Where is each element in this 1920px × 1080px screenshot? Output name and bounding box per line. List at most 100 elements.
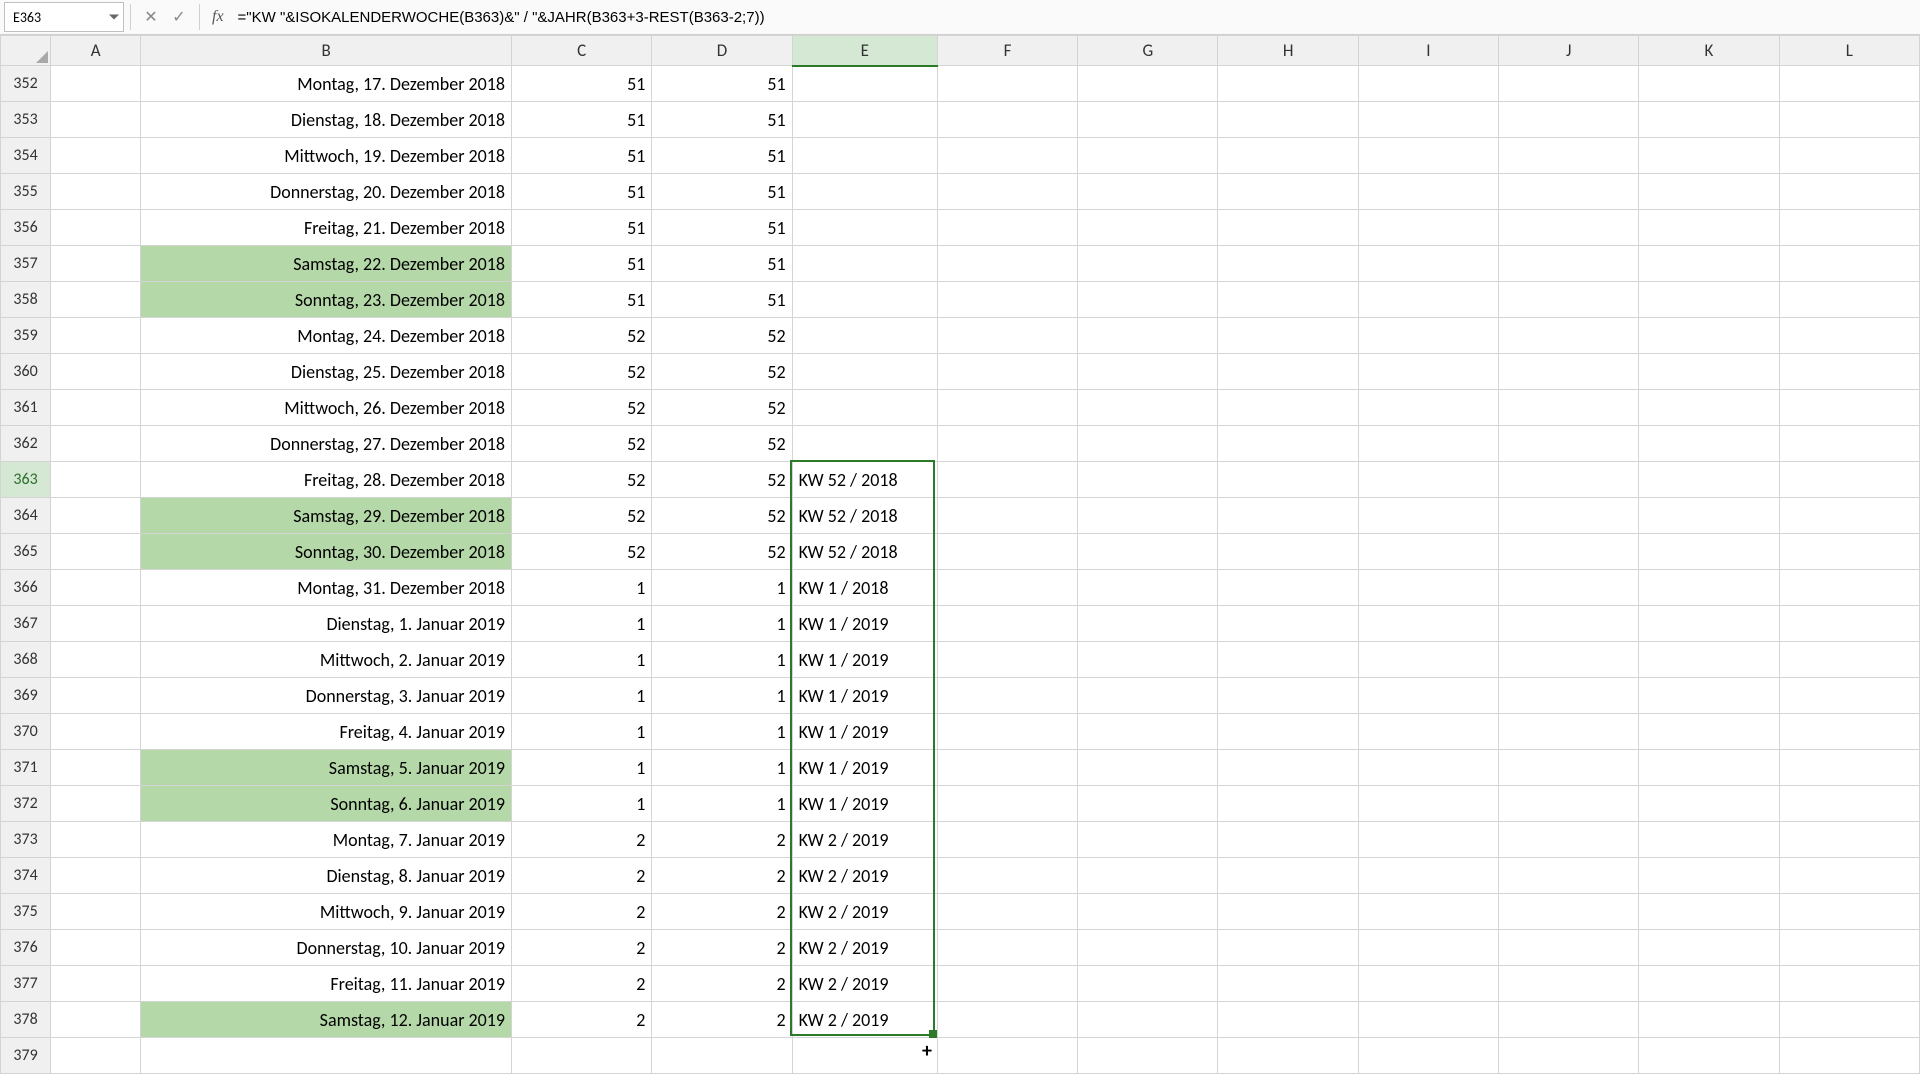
cell-D375[interactable]: 2 xyxy=(652,894,792,930)
cell-E357[interactable] xyxy=(792,246,937,282)
cell-L363[interactable] xyxy=(1779,462,1919,498)
cell-B354[interactable]: Mittwoch, 19. Dezember 2018 xyxy=(141,138,512,174)
cell-I371[interactable] xyxy=(1358,750,1498,786)
cell-H372[interactable] xyxy=(1218,786,1358,822)
cell-L354[interactable] xyxy=(1779,138,1919,174)
cell-I362[interactable] xyxy=(1358,426,1498,462)
cell-B376[interactable]: Donnerstag, 10. Januar 2019 xyxy=(141,930,512,966)
cell-G372[interactable] xyxy=(1078,786,1218,822)
cell-C379[interactable] xyxy=(512,1038,652,1074)
cell-D362[interactable]: 52 xyxy=(652,426,792,462)
cell-G378[interactable] xyxy=(1078,1002,1218,1038)
cell-I361[interactable] xyxy=(1358,390,1498,426)
cell-F368[interactable] xyxy=(937,642,1077,678)
cell-E378[interactable]: KW 2 / 2019 xyxy=(792,1002,937,1038)
cell-D370[interactable]: 1 xyxy=(652,714,792,750)
cancel-button[interactable]: ✕ xyxy=(137,4,165,30)
cell-K379[interactable] xyxy=(1639,1038,1779,1074)
cell-G377[interactable] xyxy=(1078,966,1218,1002)
cell-E359[interactable] xyxy=(792,318,937,354)
cell-C370[interactable]: 1 xyxy=(512,714,652,750)
cell-H377[interactable] xyxy=(1218,966,1358,1002)
cell-C353[interactable]: 51 xyxy=(512,102,652,138)
row-header[interactable]: 374 xyxy=(1,858,51,894)
cell-H374[interactable] xyxy=(1218,858,1358,894)
cell-E377[interactable]: KW 2 / 2019 xyxy=(792,966,937,1002)
cell-J354[interactable] xyxy=(1499,138,1639,174)
cell-K356[interactable] xyxy=(1639,210,1779,246)
cell-J378[interactable] xyxy=(1499,1002,1639,1038)
cell-E361[interactable] xyxy=(792,390,937,426)
column-header-J[interactable]: J xyxy=(1499,36,1639,66)
cell-K352[interactable] xyxy=(1639,66,1779,102)
cell-F379[interactable] xyxy=(937,1038,1077,1074)
cell-L378[interactable] xyxy=(1779,1002,1919,1038)
cell-L362[interactable] xyxy=(1779,426,1919,462)
cell-C367[interactable]: 1 xyxy=(512,606,652,642)
cell-C372[interactable]: 1 xyxy=(512,786,652,822)
cell-C360[interactable]: 52 xyxy=(512,354,652,390)
cell-J370[interactable] xyxy=(1499,714,1639,750)
cell-H365[interactable] xyxy=(1218,534,1358,570)
cell-F372[interactable] xyxy=(937,786,1077,822)
cell-F376[interactable] xyxy=(937,930,1077,966)
cell-C375[interactable]: 2 xyxy=(512,894,652,930)
cell-F374[interactable] xyxy=(937,858,1077,894)
cell-F355[interactable] xyxy=(937,174,1077,210)
cell-A377[interactable] xyxy=(51,966,141,1002)
cell-L365[interactable] xyxy=(1779,534,1919,570)
cell-F360[interactable] xyxy=(937,354,1077,390)
cell-J356[interactable] xyxy=(1499,210,1639,246)
cell-I376[interactable] xyxy=(1358,930,1498,966)
cell-I352[interactable] xyxy=(1358,66,1498,102)
row-header[interactable]: 376 xyxy=(1,930,51,966)
cell-A367[interactable] xyxy=(51,606,141,642)
cell-F358[interactable] xyxy=(937,282,1077,318)
cell-J366[interactable] xyxy=(1499,570,1639,606)
cell-B365[interactable]: Sonntag, 30. Dezember 2018 xyxy=(141,534,512,570)
cell-J379[interactable] xyxy=(1499,1038,1639,1074)
cell-H353[interactable] xyxy=(1218,102,1358,138)
cell-H371[interactable] xyxy=(1218,750,1358,786)
cell-H367[interactable] xyxy=(1218,606,1358,642)
cell-H352[interactable] xyxy=(1218,66,1358,102)
cell-B375[interactable]: Mittwoch, 9. Januar 2019 xyxy=(141,894,512,930)
cell-G354[interactable] xyxy=(1078,138,1218,174)
row-header[interactable]: 364 xyxy=(1,498,51,534)
cell-E369[interactable]: KW 1 / 2019 xyxy=(792,678,937,714)
cell-C366[interactable]: 1 xyxy=(512,570,652,606)
cell-K360[interactable] xyxy=(1639,354,1779,390)
cell-C359[interactable]: 52 xyxy=(512,318,652,354)
cell-K353[interactable] xyxy=(1639,102,1779,138)
cell-F361[interactable] xyxy=(937,390,1077,426)
cell-L368[interactable] xyxy=(1779,642,1919,678)
cell-D361[interactable]: 52 xyxy=(652,390,792,426)
cell-D356[interactable]: 51 xyxy=(652,210,792,246)
cell-K372[interactable] xyxy=(1639,786,1779,822)
cell-F378[interactable] xyxy=(937,1002,1077,1038)
spreadsheet-grid[interactable]: ABCDEFGHIJKL 352Montag, 17. Dezember 201… xyxy=(0,35,1920,1080)
cell-J376[interactable] xyxy=(1499,930,1639,966)
cell-G362[interactable] xyxy=(1078,426,1218,462)
cell-J355[interactable] xyxy=(1499,174,1639,210)
cell-K378[interactable] xyxy=(1639,1002,1779,1038)
cell-D378[interactable]: 2 xyxy=(652,1002,792,1038)
cell-F356[interactable] xyxy=(937,210,1077,246)
cell-H368[interactable] xyxy=(1218,642,1358,678)
cell-H369[interactable] xyxy=(1218,678,1358,714)
cell-G369[interactable] xyxy=(1078,678,1218,714)
cell-A374[interactable] xyxy=(51,858,141,894)
cell-D357[interactable]: 51 xyxy=(652,246,792,282)
cell-A372[interactable] xyxy=(51,786,141,822)
cell-F359[interactable] xyxy=(937,318,1077,354)
cell-G367[interactable] xyxy=(1078,606,1218,642)
cell-C352[interactable]: 51 xyxy=(512,66,652,102)
row-header[interactable]: 378 xyxy=(1,1002,51,1038)
cell-F367[interactable] xyxy=(937,606,1077,642)
cell-A353[interactable] xyxy=(51,102,141,138)
cell-C365[interactable]: 52 xyxy=(512,534,652,570)
cell-J369[interactable] xyxy=(1499,678,1639,714)
row-header[interactable]: 379 xyxy=(1,1038,51,1074)
cell-I377[interactable] xyxy=(1358,966,1498,1002)
cell-D359[interactable]: 52 xyxy=(652,318,792,354)
